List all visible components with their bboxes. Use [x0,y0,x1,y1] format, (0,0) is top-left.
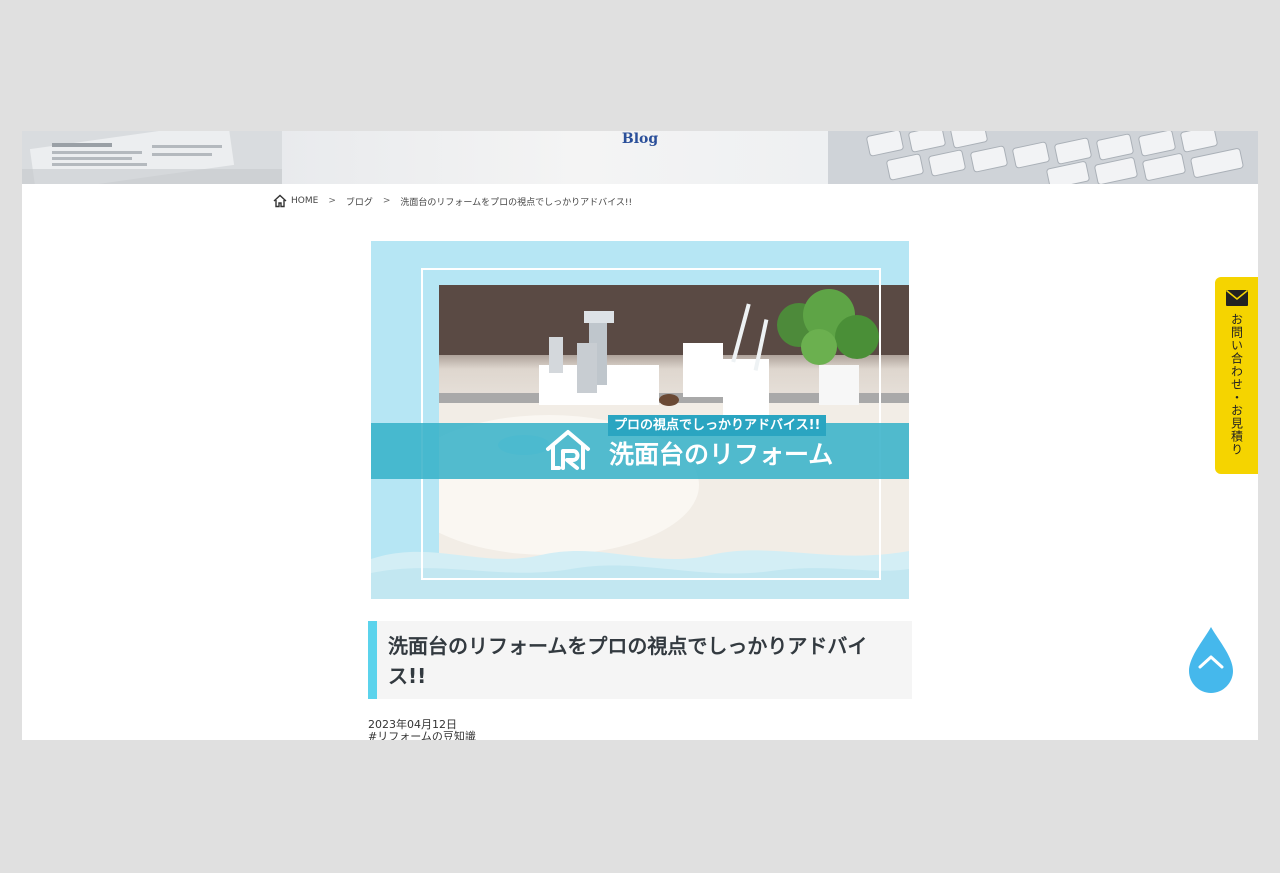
eyecatch-tagline: プロの視点でしっかりアドバイス!! [608,415,827,436]
contact-estimate-button[interactable]: お問い合わせ・お見積り [1215,277,1258,474]
page-frame: Blog HOME > ブログ > 洗面台のリフォームをプロの視点でしっかりアド… [22,131,1258,740]
hero-title: Blog [621,131,659,147]
post-tag-link[interactable]: #リフォームの豆知識 [368,731,476,741]
breadcrumb-separator: > [328,196,336,206]
post-title: 洗面台のリフォームをプロの視点でしっかりアドバイス!! [368,621,912,699]
back-to-top-button[interactable] [1189,627,1233,693]
breadcrumb: HOME > ブログ > 洗面台のリフォームをプロの視点でしっかりアドバイス!! [273,193,632,209]
breadcrumb-home-link[interactable]: HOME [291,196,318,206]
house-logo-icon [546,430,590,470]
breadcrumb-separator: > [382,196,391,206]
home-icon [273,194,287,208]
page-hero: Blog [22,131,1258,184]
contact-label: お問い合わせ・お見積り [1229,313,1244,456]
mail-icon [1225,289,1248,306]
eyecatch-image: プロの視点でしっかりアドバイス!! 洗面台のリフォーム [371,241,909,599]
breadcrumb-blog-link[interactable]: ブログ [346,195,373,208]
breadcrumb-current: 洗面台のリフォームをプロの視点でしっかりアドバイス!! [400,197,633,208]
eyecatch-title: 洗面台のリフォーム [609,440,834,469]
